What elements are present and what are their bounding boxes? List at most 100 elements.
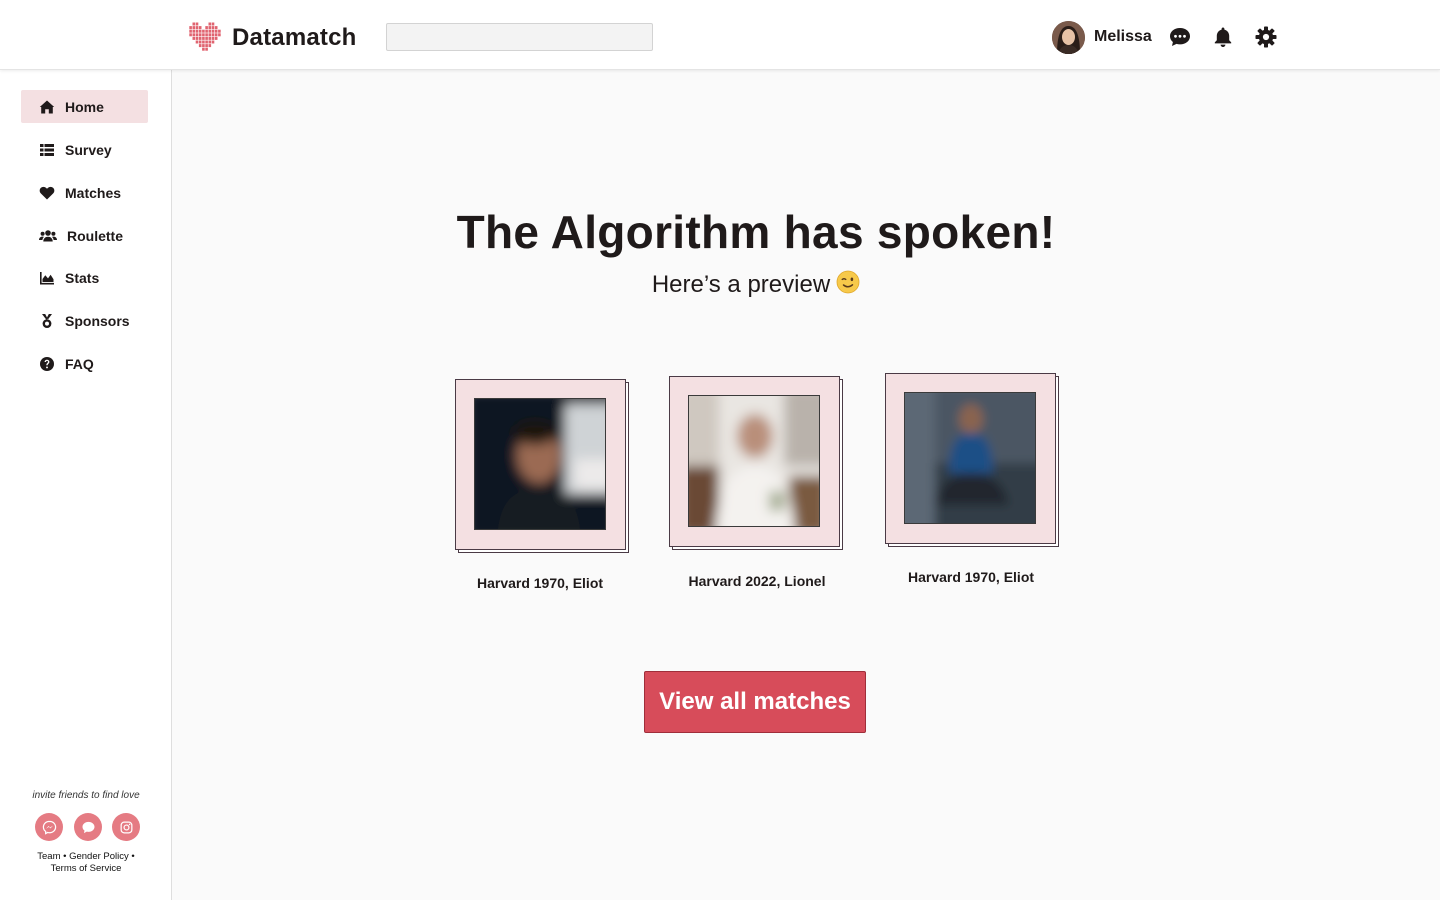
sidebar-item-label: Survey [65,141,112,158]
logo-pixel [192,36,196,40]
logo-pixel [192,22,196,26]
logo-pixel [208,40,212,44]
logo-pixel [208,44,212,48]
logo-pixel [218,29,221,33]
logo-pixel [214,26,218,30]
logo-pixel [205,33,208,37]
sidebar-item-sponsors[interactable]: Sponsors [21,304,148,337]
view-all-matches-button[interactable]: View all matches [644,671,866,733]
logo-pixel [214,29,218,33]
logo-pixel [195,29,199,33]
instagram-icon[interactable] [112,813,140,841]
footer-separator: • [131,851,135,862]
top-navbar: Datamatch Melissa [0,0,1440,70]
logo-pixel [205,40,208,44]
sidebar-item-survey[interactable]: Survey [21,133,148,166]
gender-policy-link[interactable]: Gender Policy [69,851,129,862]
logo-pixel [189,33,192,37]
team-link[interactable]: Team [37,851,60,862]
logo-pixel [198,44,202,48]
page-title: The Algorithm has spoken! [456,206,1056,258]
message-bubble-icon[interactable] [74,813,102,841]
logo-pixel [195,33,199,37]
sidebar-item-faq[interactable]: FAQ [21,347,148,380]
logo-pixel [202,44,205,48]
winking-face-icon [836,270,860,294]
logo-pixel [205,47,208,51]
logo-pixel [208,22,212,26]
logo-pixel [198,33,202,37]
pixel-heart-icon[interactable] [189,22,221,52]
logo-pixel [192,33,196,37]
match-caption: Harvard 1970, Eliot [907,569,1035,585]
logo-pixel [198,36,202,40]
logo-pixel [211,36,215,40]
logo-pixel [211,29,215,33]
logo-pixel [208,26,212,30]
sidebar-item-label: Roulette [67,227,123,244]
invite-text: invite friends to find love [32,790,140,801]
messenger-icon[interactable] [35,813,63,841]
match-photo [688,395,820,527]
logo-pixel [192,26,196,30]
sidebar: Home Survey Matches Roulette Stats Spons… [0,70,172,900]
card-frame [455,379,626,550]
logo-pixel [205,29,208,33]
footer-separator: • [63,851,67,862]
sidebar-item-label: Matches [65,184,122,201]
gear-icon[interactable] [1254,25,1278,49]
logo-pixel [214,36,218,40]
medal-icon [42,313,52,328]
logo-pixel [208,36,212,40]
logo-pixel [208,29,212,33]
heart-icon [39,186,55,199]
search-input[interactable] [386,23,653,51]
card-frame [885,373,1056,544]
sidebar-item-roulette[interactable]: Roulette [21,219,148,252]
sidebar-item-matches[interactable]: Matches [21,176,148,209]
logo-pixel [198,40,202,44]
list-icon [40,143,54,156]
match-caption: Harvard 2022, Lionel [688,573,826,589]
sidebar-item-label: Sponsors [65,312,130,329]
sidebar-item-stats[interactable]: Stats [21,261,148,294]
home-icon [39,100,55,113]
avatar[interactable] [1052,20,1085,54]
match-card[interactable] [669,376,843,550]
logo-pixel [195,22,199,26]
sidebar-item-label: Home [65,98,104,115]
sidebar-item-home[interactable]: Home [21,90,148,123]
logo-pixel [205,36,208,40]
terms-link[interactable]: Terms of Service [51,863,122,874]
match-card[interactable] [455,379,629,553]
match-photo [904,392,1036,524]
brand-name[interactable]: Datamatch [232,24,357,52]
logo-pixel [198,29,202,33]
logo-pixel [202,33,205,37]
users-icon [39,229,57,241]
logo-pixel [208,33,212,37]
logo-pixel [218,33,221,37]
page-subtitle: Here’s a preview [172,270,1340,299]
area-chart-icon [40,271,54,284]
logo-pixel [195,36,199,40]
logo-pixel [211,40,215,44]
user-name[interactable]: Melissa [1094,28,1152,46]
sidebar-item-label: FAQ [65,355,94,372]
user-profile[interactable]: Melissa [1052,20,1152,54]
messages-icon[interactable] [1168,25,1192,49]
logo-pixel [189,26,192,30]
bell-icon[interactable] [1211,25,1235,49]
logo-pixel [211,26,215,30]
question-circle-icon [40,356,54,371]
subtitle-text: Here’s a preview [651,271,831,298]
logo-pixel [202,36,205,40]
logo-pixel [202,47,205,51]
logo-pixel [214,33,218,37]
card-frame [669,376,840,547]
logo-pixel [192,29,196,33]
match-card[interactable] [885,373,1059,547]
logo-pixel [202,40,205,44]
match-photo [474,398,606,530]
sidebar-item-label: Stats [65,269,100,286]
